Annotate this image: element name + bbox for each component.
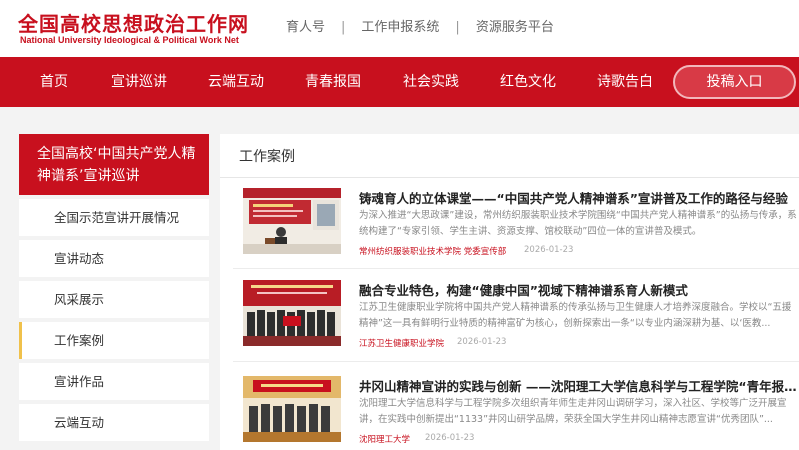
nav-item-cloud-interaction[interactable]: 云端互动: [208, 57, 264, 107]
article-divider: [233, 361, 799, 362]
article-title[interactable]: 井冈山精神宣讲的实践与创新 ——沈阳理工大学信息科学与工程学院“青年报国...: [359, 376, 799, 395]
sidebar-item-demo-lectures[interactable]: 全国示范宣讲开展情况: [19, 199, 209, 236]
article-title[interactable]: 融合专业特色，构建“健康中国”视域下精神谱系育人新模式: [359, 280, 799, 299]
sidebar-item-showcase[interactable]: 风采展示: [19, 281, 209, 318]
nav-item-red-culture[interactable]: 红色文化: [500, 57, 556, 107]
article-thumbnail[interactable]: [243, 188, 341, 254]
top-link-resource-platform[interactable]: 资源服务平台: [476, 20, 554, 35]
article-item[interactable]: 井冈山精神宣讲的实践与创新 ——沈阳理工大学信息科学与工程学院“青年报国... …: [233, 376, 799, 448]
article-thumbnail[interactable]: [243, 280, 341, 346]
sidebar-item-cloud-interaction[interactable]: 云端互动: [19, 404, 209, 441]
logo-chinese-title: 全国高校思想政治工作网: [18, 12, 249, 36]
article-item[interactable]: 铸魂育人的立体课堂——“中国共产党人精神谱系”宣讲普及工作的路径与经验 为深入推…: [233, 188, 799, 260]
nav-item-home[interactable]: 首页: [40, 57, 68, 107]
sidebar-heading: 全国高校‘中国共产党人精神谱系’宣讲巡讲: [19, 134, 209, 195]
article-thumbnail[interactable]: [243, 376, 341, 442]
article-source: 江苏卫生健康职业学院: [359, 339, 445, 349]
nav-item-youth-patriotism[interactable]: 青春报国: [305, 57, 361, 107]
nav-item-poetry[interactable]: 诗歌告白: [597, 57, 653, 107]
site-header: 全国高校思想政治工作网 National University Ideologi…: [0, 0, 799, 56]
content-area: 全国高校‘中国共产党人精神谱系’宣讲巡讲 全国示范宣讲开展情况 宣讲动态 风采展…: [0, 107, 799, 450]
article-date: 2026-01-23: [524, 245, 574, 255]
top-link-separator: |: [341, 20, 346, 35]
article-summary: 江苏卫生健康职业学院将中国共产党人精神谱系的传承弘扬与卫生健康人才培养深度融合。…: [359, 302, 792, 329]
submit-entry-button[interactable]: 投稿入口: [673, 65, 796, 99]
page-title: 工作案例: [239, 149, 295, 165]
top-link-separator: |: [455, 20, 460, 35]
top-links: 育人号 | 工作申报系统 | 资源服务平台: [286, 16, 554, 35]
sidebar-item-work-cases[interactable]: 工作案例: [19, 322, 209, 359]
site-logo[interactable]: 全国高校思想政治工作网 National University Ideologi…: [14, 8, 248, 48]
top-link-yurenhao[interactable]: 育人号: [286, 20, 325, 35]
top-link-declaration-system[interactable]: 工作申报系统: [361, 20, 439, 35]
sidebar: 全国高校‘中国共产党人精神谱系’宣讲巡讲 全国示范宣讲开展情况 宣讲动态 风采展…: [19, 134, 209, 441]
article-divider: [233, 268, 799, 269]
article-source: 沈阳理工大学: [359, 435, 411, 445]
sidebar-item-lecture-works[interactable]: 宣讲作品: [19, 363, 209, 400]
article-summary: 沈阳理工大学信息科学与工程学院多次组织青年师生走井冈山调研学习，深入社区、学校等…: [359, 398, 787, 425]
logo-english-title: National University Ideological & Politi…: [20, 35, 239, 45]
article-date: 2026-01-23: [457, 337, 507, 347]
main-nav: 首页 宣讲巡讲 云端互动 青春报国 社会实践 红色文化 诗歌告白 投稿入口: [0, 57, 799, 107]
title-divider: [220, 177, 799, 178]
nav-item-lecture-tour[interactable]: 宣讲巡讲: [111, 57, 167, 107]
nav-item-social-practice[interactable]: 社会实践: [403, 57, 459, 107]
article-title[interactable]: 铸魂育人的立体课堂——“中国共产党人精神谱系”宣讲普及工作的路径与经验: [359, 188, 799, 207]
main-panel: 工作案例 铸魂育人的立体课堂——“中国共产党人精神谱系”宣讲普及工作的路径与经验…: [220, 134, 799, 450]
article-summary: 为深入推进“大思政课”建设，常州纺织服装职业技术学院围绕“中国共产党人精神谱系”…: [359, 210, 797, 237]
article-source: 常州纺织服装职业技术学院 党委宣传部: [359, 247, 507, 257]
article-item[interactable]: 融合专业特色，构建“健康中国”视域下精神谱系育人新模式 江苏卫生健康职业学院将中…: [233, 280, 799, 352]
sidebar-item-lecture-news[interactable]: 宣讲动态: [19, 240, 209, 277]
article-date: 2026-01-23: [425, 433, 475, 443]
